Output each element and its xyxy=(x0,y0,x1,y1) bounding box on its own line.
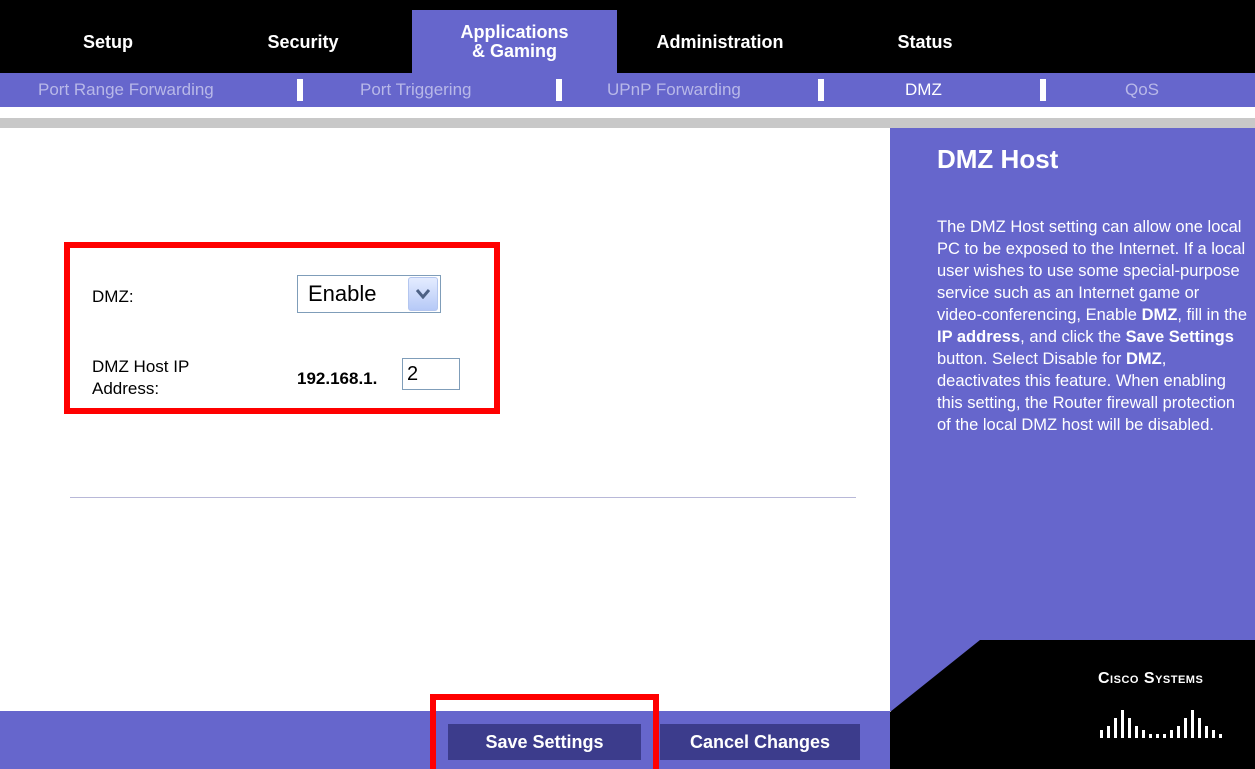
section-divider xyxy=(70,497,856,498)
subtab-port-range-forwarding[interactable]: Port Range Forwarding xyxy=(38,80,214,100)
help-text-part: button. Select Disable for xyxy=(937,350,1126,368)
form-highlight-box xyxy=(64,242,500,414)
help-text-bold: IP address xyxy=(937,328,1021,346)
save-highlight-box xyxy=(430,694,659,769)
cisco-logo-text: Cisco Systems xyxy=(1098,670,1204,687)
cisco-logo: Cisco Systems xyxy=(1098,670,1203,688)
tab-label: Administration xyxy=(656,32,784,52)
tab-status[interactable]: Status xyxy=(875,18,975,66)
subtab-upnp-forwarding[interactable]: UPnP Forwarding xyxy=(607,80,741,100)
cisco-bridge-icon xyxy=(1100,710,1222,738)
tab-administration[interactable]: Administration xyxy=(625,18,815,66)
help-text-bold: Save Settings xyxy=(1125,328,1234,346)
tab-label: Setup xyxy=(82,32,133,52)
help-text-part: , fill in the xyxy=(1177,306,1248,324)
subtab-qos[interactable]: QoS xyxy=(1125,80,1159,100)
subtab-separator xyxy=(297,79,303,101)
router-settings-page: Setup Security Applications & Gaming Adm… xyxy=(0,0,1255,769)
tab-label: Security xyxy=(267,32,339,52)
top-nav: Setup Security Applications & Gaming Adm… xyxy=(0,0,1255,73)
subtab-separator xyxy=(1040,79,1046,101)
subtab-port-triggering[interactable]: Port Triggering xyxy=(360,80,472,100)
tab-label-line1: Applications xyxy=(460,21,569,42)
subtab-separator xyxy=(818,79,824,101)
help-text-bold: DMZ xyxy=(1125,350,1162,368)
tab-applications-gaming[interactable]: Applications & Gaming xyxy=(412,10,617,73)
subtab-dmz[interactable]: DMZ xyxy=(905,80,942,100)
header-divider-band xyxy=(0,107,1255,128)
tab-label: Status xyxy=(897,32,953,52)
help-text-bold: DMZ xyxy=(1141,306,1178,324)
main-content xyxy=(0,128,890,711)
sub-nav: Port Range Forwarding Port Triggering UP… xyxy=(0,73,1255,107)
tab-setup[interactable]: Setup xyxy=(38,18,178,66)
subtab-separator xyxy=(556,79,562,101)
cancel-changes-button[interactable]: Cancel Changes xyxy=(660,724,860,760)
tab-security[interactable]: Security xyxy=(238,18,368,66)
help-title: DMZ Host xyxy=(937,144,1059,174)
help-text-part: , and click the xyxy=(1020,328,1126,346)
tab-label-line2: & Gaming xyxy=(471,40,557,61)
help-panel: DMZ Host The DMZ Host setting can allow … xyxy=(890,128,1255,711)
help-text: The DMZ Host setting can allow one local… xyxy=(937,216,1247,436)
